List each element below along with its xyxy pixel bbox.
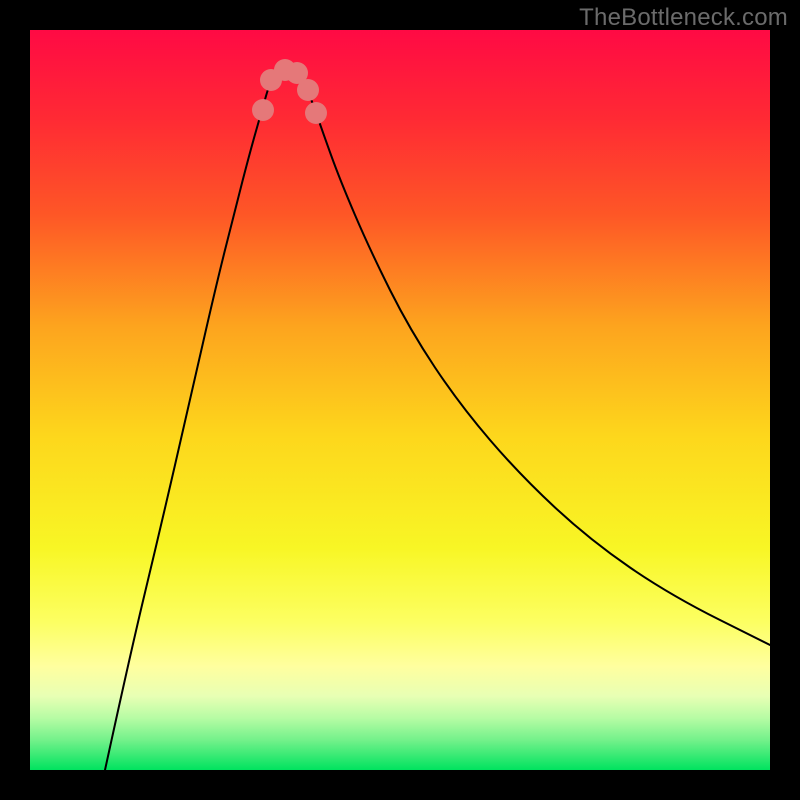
chart-plot-area bbox=[30, 30, 770, 770]
curve-marker bbox=[305, 102, 327, 124]
chart-svg bbox=[30, 30, 770, 770]
curve-marker bbox=[252, 99, 274, 121]
chart-background bbox=[30, 30, 770, 770]
curve-marker bbox=[297, 79, 319, 101]
watermark-text: TheBottleneck.com bbox=[579, 4, 788, 32]
